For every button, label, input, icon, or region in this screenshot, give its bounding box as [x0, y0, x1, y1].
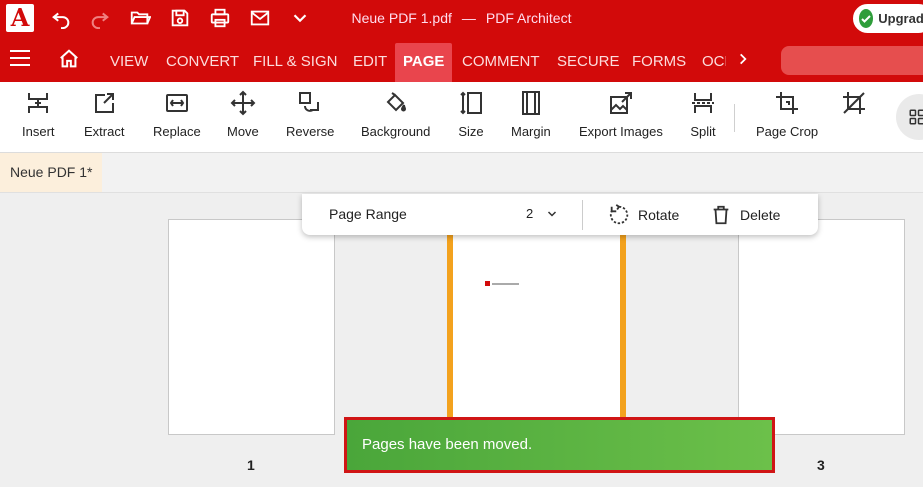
crop-off-icon [843, 92, 865, 114]
document-tab[interactable]: Neue PDF 1* [0, 153, 103, 192]
move-icon [230, 90, 256, 116]
replace-label: Replace [153, 124, 201, 139]
export-images-icon [609, 92, 632, 114]
page-crop-button[interactable]: Page Crop [756, 90, 818, 139]
split-label: Split [690, 124, 716, 139]
reverse-button[interactable]: Reverse [286, 90, 334, 139]
margin-button[interactable]: Margin [511, 90, 551, 139]
home-icon[interactable] [58, 48, 80, 70]
document-tabs: Neue PDF 1* [0, 153, 923, 193]
menu-icon[interactable] [10, 50, 30, 68]
reverse-label: Reverse [286, 124, 335, 139]
page-thumbnail-2[interactable] [453, 234, 620, 424]
delete-label: Delete [740, 207, 781, 223]
delete-button[interactable]: Delete [710, 204, 780, 226]
size-button[interactable]: Size [458, 90, 484, 139]
window-title: Neue PDF 1.pdf — PDF Architect [0, 10, 923, 26]
move-label: Move [227, 124, 259, 139]
tab-page[interactable]: PAGE [395, 43, 452, 82]
search-box[interactable] [781, 46, 923, 75]
app-name: PDF Architect [485, 10, 572, 26]
page-thumbnail-2-selected[interactable] [447, 234, 626, 424]
page-thumbnail-1[interactable] [168, 219, 335, 435]
background-button[interactable]: Background [361, 90, 430, 139]
margin-icon [521, 91, 540, 115]
reverse-icon [299, 92, 320, 112]
margin-label: Margin [511, 124, 551, 139]
no-crop-button[interactable] [841, 90, 867, 124]
chevron-right-icon[interactable] [736, 52, 750, 66]
replace-icon [165, 94, 188, 112]
toolbar-divider [734, 104, 735, 132]
extract-icon [95, 93, 115, 113]
split-button[interactable]: Split [690, 90, 716, 139]
paint-bucket-icon [386, 92, 406, 112]
tab-ocr[interactable]: OCR [694, 43, 726, 82]
move-button[interactable]: Move [227, 90, 259, 139]
rotate-icon [609, 204, 629, 225]
page-number-3: 3 [817, 457, 825, 473]
popup-divider [582, 200, 583, 230]
extract-button[interactable]: Extract [84, 90, 124, 139]
ribbon-tabs: VIEW CONVERT FILL & SIGN EDIT PAGE COMME… [0, 36, 923, 82]
page-toolbar: Insert Extract Replace Move Reverse Back… [0, 82, 923, 153]
rotate-button[interactable]: Rotate [608, 204, 679, 226]
toast-message: Pages have been moved. [362, 436, 533, 453]
title-bar: A Neue PDF 1.pdf—PDF Architect Upgrade [0, 0, 923, 36]
split-icon [692, 93, 714, 113]
page-crop-label: Page Crop [756, 124, 819, 139]
page-thumbnail-3[interactable] [738, 219, 905, 435]
title-separator: — [461, 10, 476, 26]
export-images-button[interactable]: Export Images [579, 90, 663, 139]
extract-label: Extract [84, 124, 125, 139]
rotate-label: Rotate [638, 207, 680, 223]
tab-fill-sign[interactable]: FILL & SIGN [245, 43, 345, 82]
more-tools-button[interactable] [896, 94, 923, 140]
insert-label: Insert [22, 124, 55, 139]
tab-comment[interactable]: COMMENT [454, 43, 548, 82]
document-title: Neue PDF 1.pdf [351, 10, 452, 26]
tab-secure[interactable]: SECURE [549, 43, 628, 82]
export-images-label: Export Images [579, 124, 663, 139]
chevron-down-icon[interactable] [546, 207, 558, 219]
page-number-1: 1 [247, 457, 255, 473]
insert-icon [28, 93, 49, 113]
page-context-bar: Page Range 2 Rotate Delete [302, 194, 818, 235]
upgrade-label: Upgrade [878, 11, 923, 26]
page-range-label: Page Range [329, 206, 407, 222]
tab-view[interactable]: VIEW [102, 43, 156, 82]
tab-forms[interactable]: FORMS [624, 43, 694, 82]
size-icon [460, 91, 482, 115]
replace-button[interactable]: Replace [153, 90, 201, 139]
grid-icon [909, 109, 923, 125]
size-label: Size [458, 124, 484, 139]
tab-edit[interactable]: EDIT [345, 43, 395, 82]
page-range-value[interactable]: 2 [526, 206, 533, 221]
mini-logo [485, 281, 519, 286]
trash-icon [713, 205, 729, 225]
checkmark-icon [859, 9, 874, 28]
insert-button[interactable]: Insert [22, 90, 55, 139]
background-label: Background [361, 124, 431, 139]
tab-convert[interactable]: CONVERT [158, 43, 247, 82]
upgrade-button[interactable]: Upgrade [853, 4, 923, 33]
crop-icon [776, 92, 799, 114]
toast-notification: Pages have been moved. [344, 417, 775, 473]
